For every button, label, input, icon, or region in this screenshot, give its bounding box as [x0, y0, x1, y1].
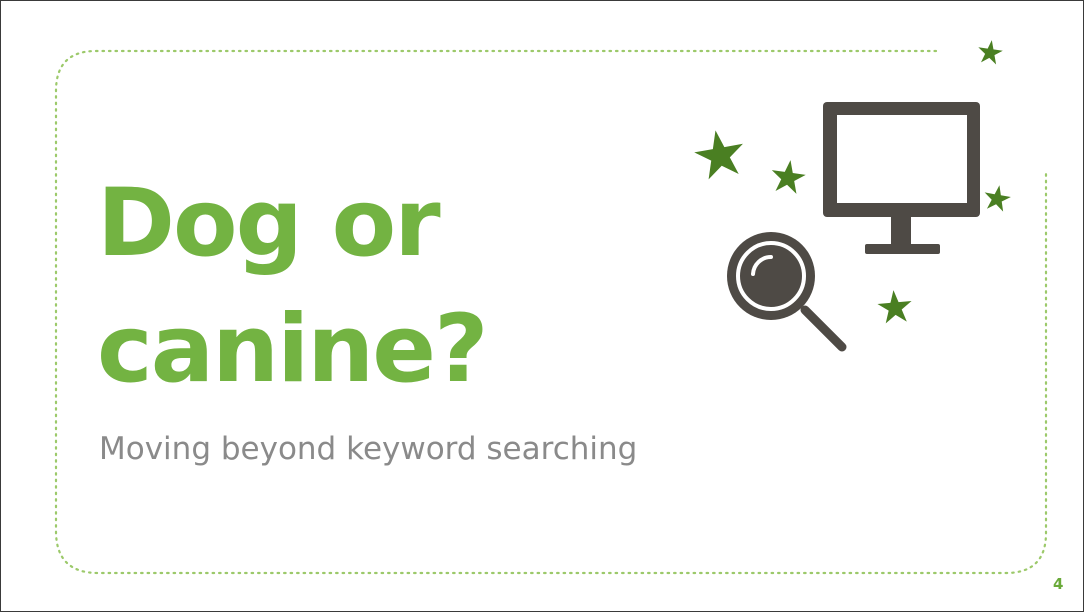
- slide: Dog or canine? Moving beyond keyword sea…: [0, 0, 1084, 612]
- page-number: 4: [1053, 575, 1064, 593]
- slide-subtitle: Moving beyond keyword searching: [99, 431, 638, 467]
- slide-title: Dog or canine?: [97, 161, 488, 413]
- title-line-1: Dog or: [97, 169, 441, 278]
- title-line-2: canine?: [97, 295, 488, 404]
